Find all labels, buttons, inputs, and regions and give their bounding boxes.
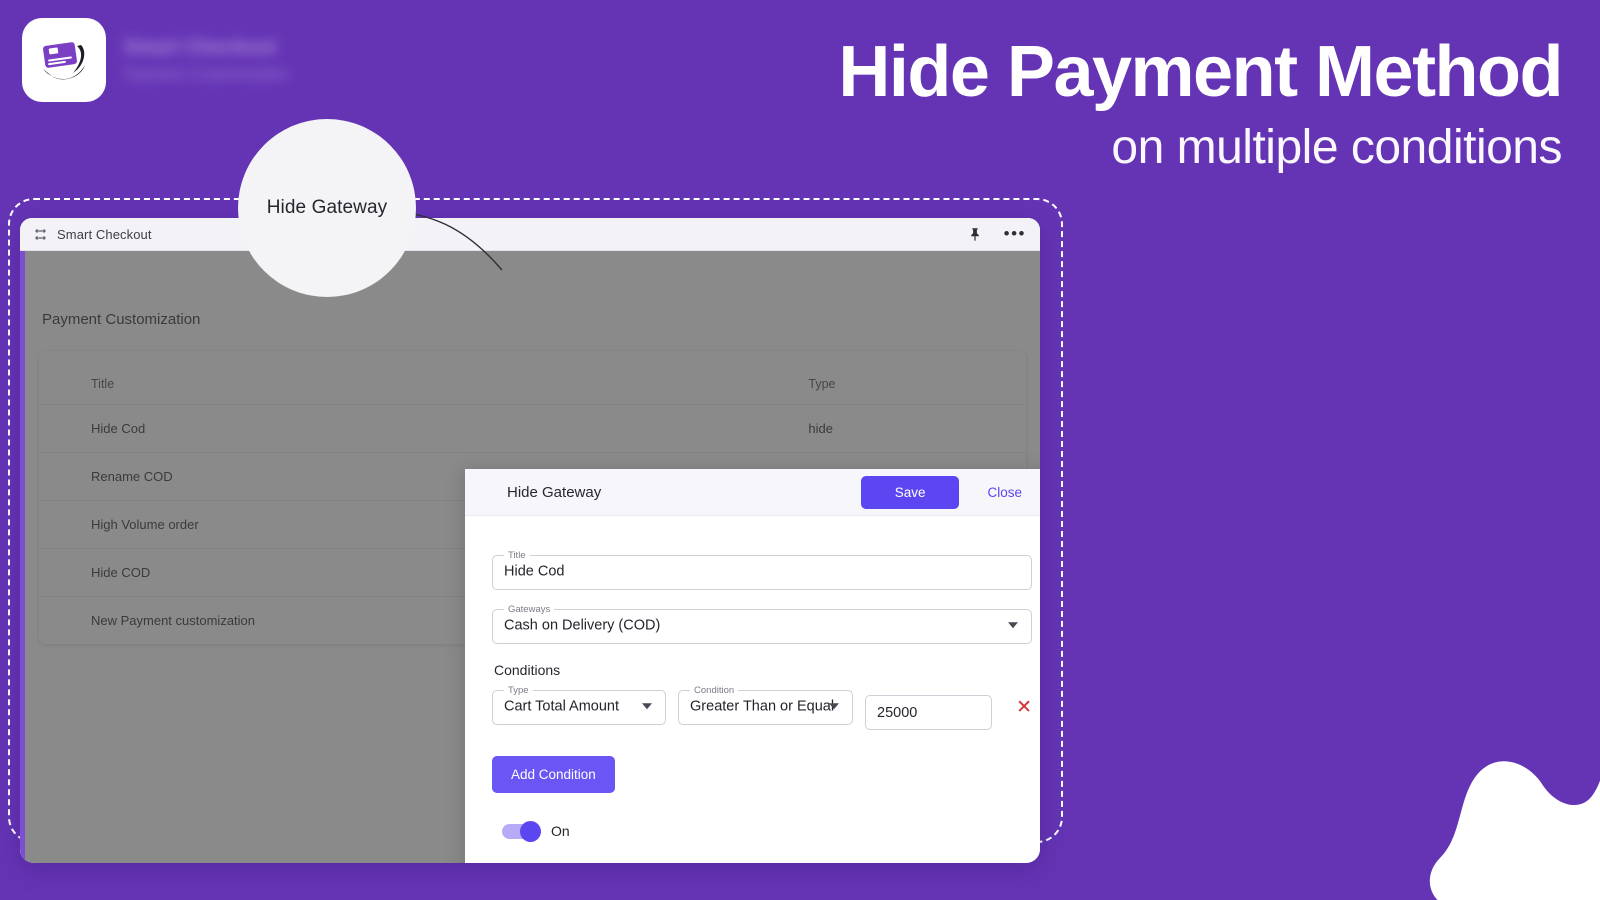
close-button[interactable]: Close	[973, 476, 1036, 509]
remove-condition-icon[interactable]: ✕	[1016, 698, 1032, 717]
ellipsis-icon[interactable]: •••	[1004, 225, 1026, 242]
headline-main: Hide Payment Method	[838, 32, 1563, 112]
condition-amount-input[interactable]: 25000	[865, 695, 993, 730]
modal-body: Title Hide Cod Gateways Cash on Delivery…	[465, 516, 1040, 842]
title-field[interactable]: Title Hide Cod	[492, 550, 1032, 590]
headline-sub: on multiple conditions	[1111, 121, 1562, 175]
condition-operator-label: Condition	[694, 685, 735, 696]
condition-operator-outline: Condition	[678, 685, 854, 725]
status-toggle-knob	[520, 820, 541, 842]
brand-lockup: Smart Checkout Payment Customization	[22, 18, 289, 102]
title-field-label: Title	[508, 550, 526, 561]
chevron-down-icon	[1008, 622, 1018, 629]
save-button[interactable]: Save	[860, 475, 960, 509]
brand-line-2: Payment Customization	[124, 66, 289, 83]
condition-type-label: Type	[508, 685, 529, 696]
app-window: Smart Checkout ••• Payment Customization…	[20, 218, 1040, 863]
add-condition-button[interactable]: Add Condition	[492, 756, 615, 793]
callout-label: Hide Gateway	[266, 197, 388, 218]
gateways-select[interactable]: Gateways Cash on Delivery (COD)	[492, 604, 1032, 644]
modal-title: Hide Gateway	[507, 483, 602, 501]
window-title: Smart Checkout	[57, 226, 152, 242]
condition-type-outline: Type	[492, 685, 667, 725]
chevron-down-icon	[642, 703, 653, 710]
credit-card-swoosh-icon	[43, 42, 85, 80]
title-field-outline: Title	[492, 550, 1032, 590]
app-logo	[22, 18, 106, 102]
condition-row: Type Cart Total Amount Condition Greater…	[492, 685, 1032, 730]
gateways-select-outline: Gateways	[492, 604, 1032, 644]
app-grid-icon	[33, 227, 47, 241]
brand-text: Smart Checkout Payment Customization	[124, 37, 289, 83]
status-toggle-row: On	[502, 820, 1032, 842]
status-toggle[interactable]	[502, 820, 541, 842]
condition-type-select[interactable]: Type Cart Total Amount	[492, 685, 667, 725]
chevron-down-icon	[829, 703, 840, 710]
hide-gateway-modal: Hide Gateway Save Close Title Hide Cod G…	[465, 469, 1040, 863]
headline: Hide Payment Method on multiple conditio…	[838, 32, 1563, 175]
decorative-blob	[1429, 761, 1600, 900]
pin-icon[interactable]	[968, 227, 982, 242]
window-titlebar: Smart Checkout •••	[20, 218, 1040, 251]
gateways-select-label: Gateways	[508, 604, 551, 615]
modal-header: Hide Gateway Save Close	[465, 469, 1040, 516]
status-toggle-label: On	[551, 823, 570, 839]
callout-bubble: Hide Gateway	[238, 119, 416, 297]
brand-line-1: Smart Checkout	[124, 37, 277, 58]
condition-operator-select[interactable]: Condition Greater Than or Equal	[678, 685, 854, 725]
conditions-section-label: Conditions	[494, 662, 561, 678]
